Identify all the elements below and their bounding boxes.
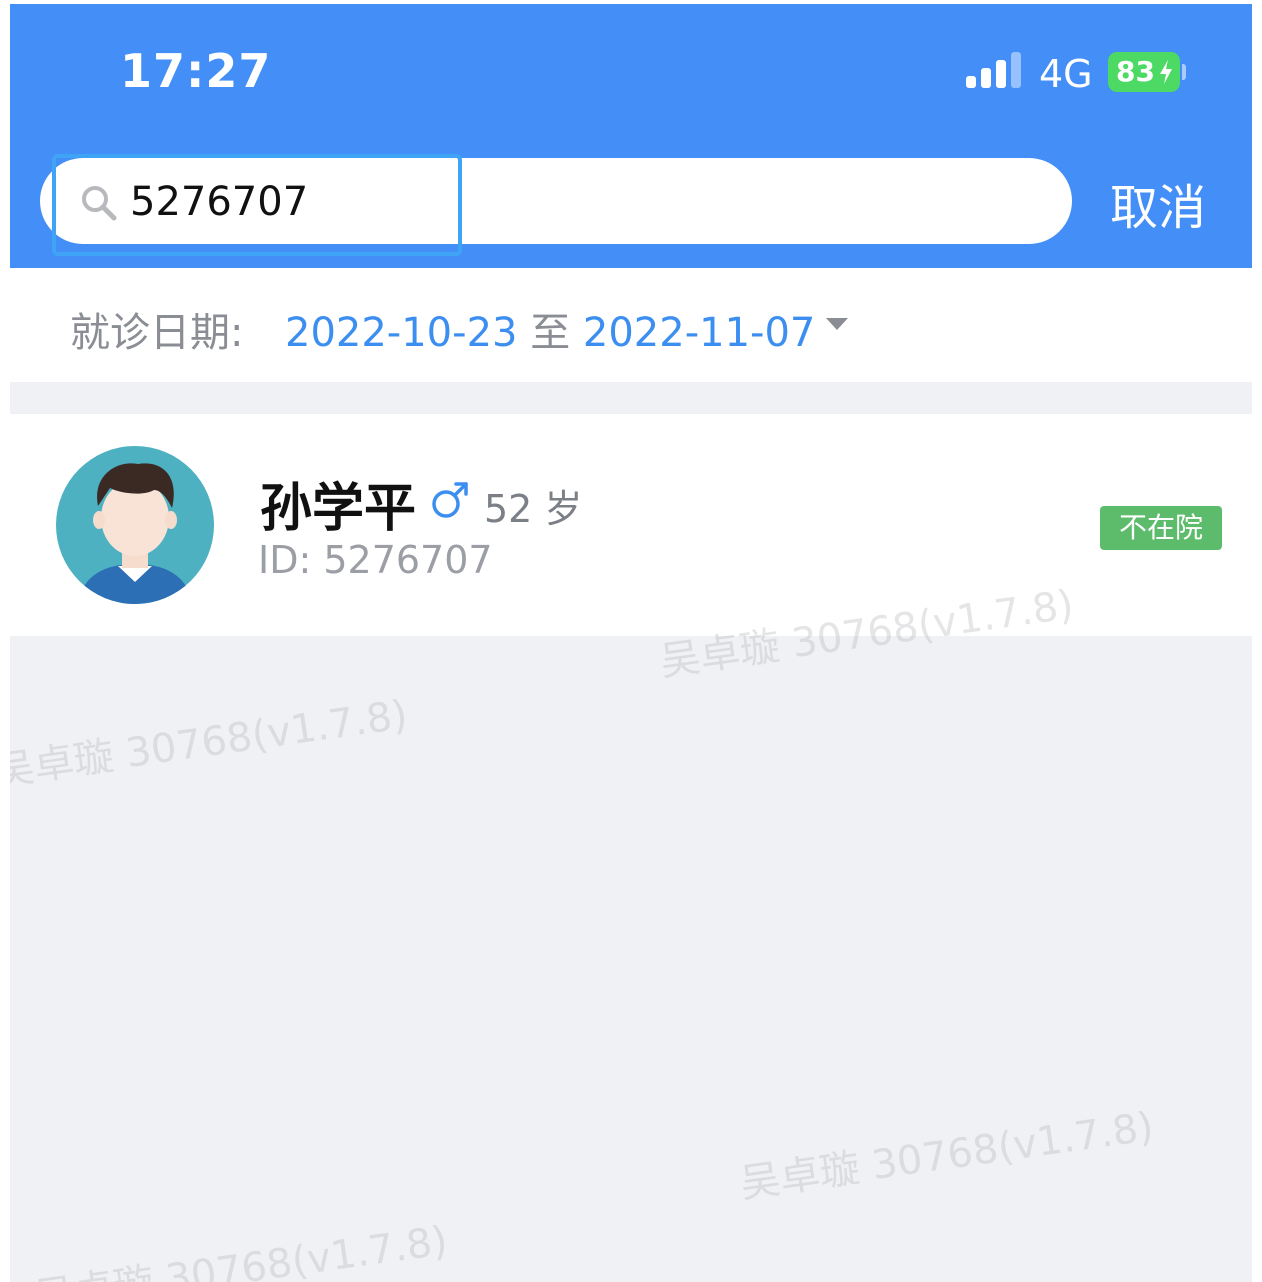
battery-charging-icon: 83 xyxy=(1108,52,1180,92)
watermark: 吴卓璇 30768(v1.7.8) xyxy=(737,1103,1157,1208)
date-end: 2022-11-07 xyxy=(582,310,816,356)
battery-nub xyxy=(1182,64,1186,80)
search-icon xyxy=(82,186,117,221)
battery-level: 83 xyxy=(1116,55,1155,88)
caret-down-icon[interactable] xyxy=(826,318,848,330)
search-input[interactable] xyxy=(130,172,650,232)
male-icon xyxy=(432,482,468,518)
patient-name: 孙学平 xyxy=(260,479,417,539)
date-filter-label: 就诊日期: xyxy=(70,310,244,356)
visit-date-filter[interactable]: 就诊日期: 2022-10-23 至 2022-11-07 xyxy=(10,268,1252,382)
avatar xyxy=(56,446,214,604)
patient-age: 52 岁 xyxy=(484,487,583,531)
patient-list-item[interactable]: 孙学平 52 岁 ID: 5276707 不在院 xyxy=(10,414,1252,636)
date-range-selector[interactable]: 2022-10-23 至 2022-11-07 xyxy=(285,300,815,358)
date-start: 2022-10-23 xyxy=(285,310,518,356)
watermark: 吴卓璇 30768(v1.7.8) xyxy=(10,691,411,796)
status-badge: 不在院 xyxy=(1100,506,1222,550)
cancel-button[interactable]: 取消 xyxy=(1110,168,1206,238)
network-type: 4G xyxy=(1039,52,1093,96)
status-time: 17:27 xyxy=(120,44,272,98)
header: 17:27 4G 83 取消 xyxy=(10,4,1252,268)
date-separator: 至 xyxy=(530,310,571,356)
app-screen: 17:27 4G 83 取消 就诊日期: 2022-10-23 至 2022-1… xyxy=(10,4,1252,1282)
patient-id: ID: 5276707 xyxy=(258,538,493,582)
signal-bars-icon xyxy=(966,52,1021,88)
bolt-icon xyxy=(1160,60,1172,84)
watermark: 吴卓璇 30768(v1.7.8) xyxy=(31,1217,451,1282)
